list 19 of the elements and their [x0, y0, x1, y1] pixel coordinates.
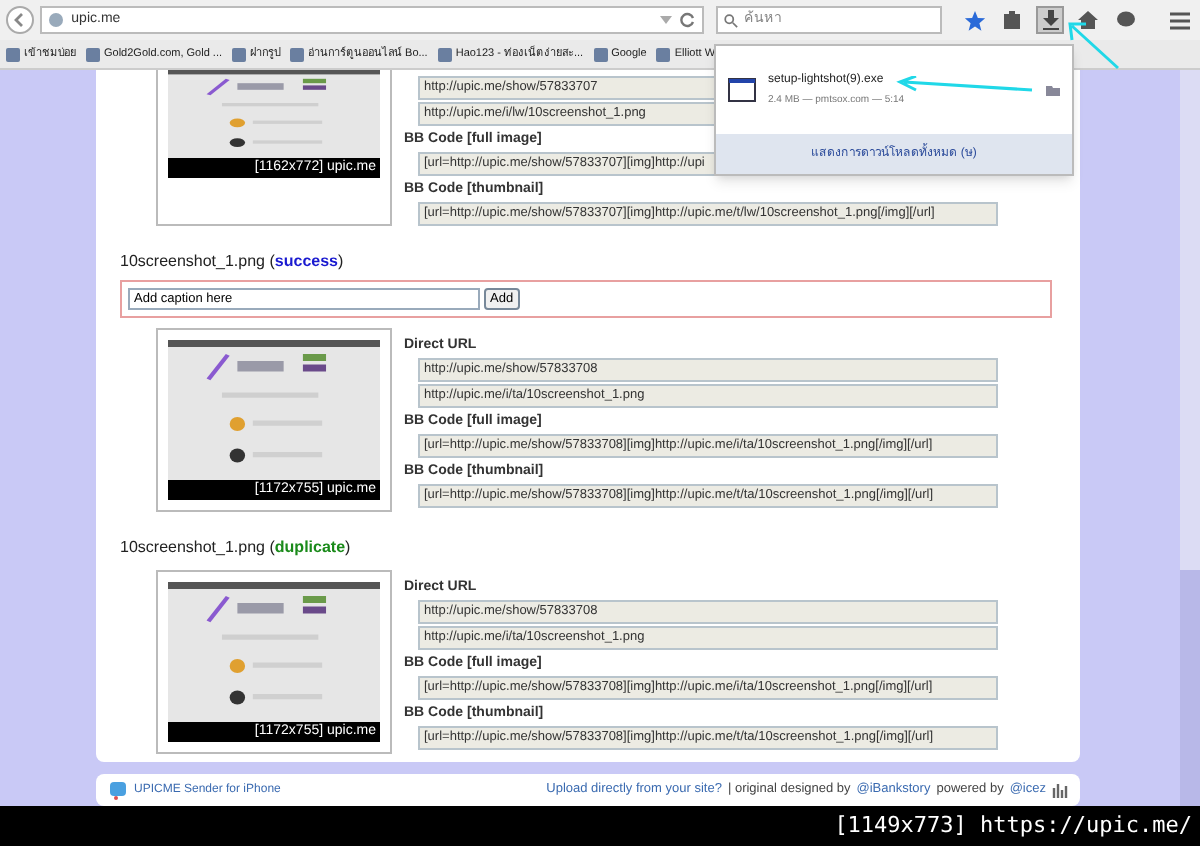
- download-icon[interactable]: [1036, 6, 1064, 34]
- home-icon[interactable]: [1074, 6, 1102, 34]
- program-file-icon: [728, 78, 756, 102]
- bookmark-star-icon[interactable]: [960, 6, 988, 34]
- file-status-heading: 10screenshot_1.png (duplicate): [120, 536, 353, 560]
- phone-app-icon: [108, 780, 128, 800]
- reload-icon[interactable]: [680, 12, 696, 28]
- file-status-heading: 10screenshot_1.png (success): [120, 250, 346, 274]
- annotation-arrow: [896, 76, 1036, 96]
- annotation-arrow: [1066, 20, 1122, 72]
- search-icon: [724, 13, 738, 27]
- clipboard-icon[interactable]: [998, 6, 1026, 34]
- screenshot-caption: [1149x773] https://upic.me/: [834, 809, 1192, 842]
- scrollbar[interactable]: [1180, 70, 1200, 806]
- chart-icon: [1052, 782, 1068, 798]
- folder-icon[interactable]: [1046, 84, 1060, 96]
- globe-icon: [47, 12, 64, 28]
- dropdown-icon[interactable]: [660, 14, 672, 26]
- back-button[interactable]: [6, 6, 34, 34]
